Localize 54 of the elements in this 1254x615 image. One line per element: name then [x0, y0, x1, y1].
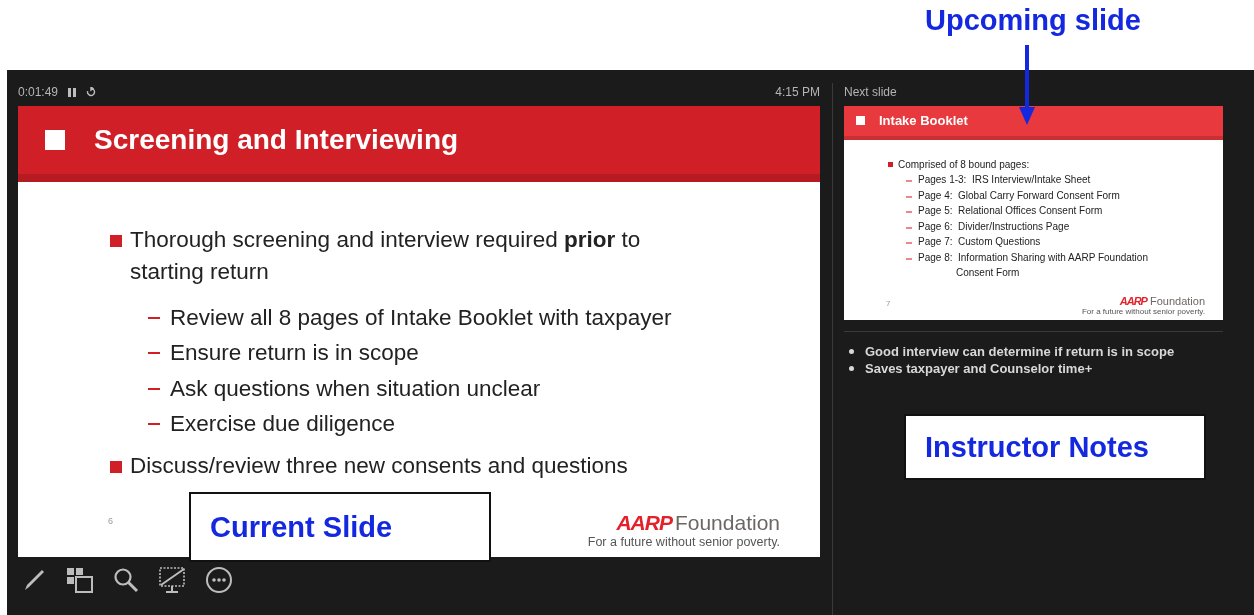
bullet-dot-icon: [849, 366, 854, 371]
sub-bullet-text: Pages 1-3: IRS Interview/Intake Sheet: [918, 173, 1091, 188]
square-bullet-icon: [856, 116, 865, 126]
slide-grid-icon[interactable]: [66, 567, 94, 593]
clock-time: 4:15 PM: [775, 85, 820, 99]
dash-bullet-icon: [906, 195, 912, 198]
dash-bullet-icon: [906, 257, 912, 260]
annotation-box: Current Slide: [189, 492, 491, 562]
slide-title: Screening and Interviewing: [94, 123, 459, 156]
sub-bullet-text: Page 6: Divider/Instructions Page: [918, 219, 1070, 234]
dash-bullet-icon: [906, 211, 912, 214]
sub-bullet-text: Review all 8 pages of Intake Booklet with taxpayer: [170, 303, 672, 332]
down-arrow-icon: [1018, 45, 1036, 125]
note-text: Saves taxpayer and Counselor time+: [865, 361, 1093, 376]
dash-bullet-icon: [906, 226, 912, 229]
bullet-text: Thorough screening and interview required prior to starting return: [130, 225, 642, 286]
slide-title: Intake Booklet: [879, 113, 968, 129]
elapsed-timer: 0:01:49: [18, 85, 59, 99]
dash-bullet-icon: [906, 242, 912, 245]
logo-tagline: For a future without senior poverty.: [587, 535, 780, 549]
square-bullet-icon: [110, 460, 122, 473]
dash-bullet-icon: [906, 180, 912, 183]
monitor-icon[interactable]: [158, 566, 186, 594]
annotation-box: Instructor Notes: [904, 414, 1206, 480]
bullet-text: Comprised of 8 bound pages:: [898, 157, 1030, 172]
dash-bullet-icon: [148, 316, 160, 319]
logo-name: Foundation: [674, 511, 780, 535]
note-text: Good interview can determine if return is in scope: [865, 344, 1175, 359]
bullet-dot-icon: [849, 349, 854, 354]
logo-brand: AARP: [616, 511, 672, 535]
dash-bullet-icon: [148, 423, 160, 426]
sub-bullet-text: Page 5: Relational Offices Consent Form: [918, 204, 1103, 219]
sub-bullet-text: Page 8: Information Sharing with AARP Foundation Consent Form: [918, 250, 1149, 281]
dash-bullet-icon: [148, 352, 160, 355]
search-icon[interactable]: [113, 567, 139, 593]
square-bullet-icon: [888, 161, 893, 167]
pause-icon[interactable]: [68, 87, 77, 97]
sub-bullet-text: Ask questions when situation unclear: [170, 374, 541, 403]
slide-number: 7: [886, 298, 892, 308]
logo-name: Foundation: [1149, 295, 1205, 307]
dash-bullet-icon: [148, 387, 160, 390]
square-bullet-icon: [110, 234, 122, 247]
more-options-icon[interactable]: [205, 566, 233, 594]
sub-bullet-text: Page 4: Global Carry Forward Consent Form: [918, 188, 1120, 203]
sub-bullet-text: Ensure return is in scope: [170, 339, 419, 368]
restart-icon[interactable]: [86, 87, 97, 97]
logo-brand: AARP: [1119, 295, 1147, 307]
square-bullet-icon: [45, 129, 65, 150]
sub-bullet-text: Exercise due diligence: [170, 410, 396, 439]
bullet-text: Discuss/review three new consents and questions: [130, 451, 628, 480]
next-slide-label: Next slide: [844, 85, 897, 99]
sub-bullet-text: Page 7: Custom Questions: [918, 235, 1041, 250]
annotation-label: Upcoming slide: [925, 4, 1141, 37]
logo-tagline: For a future without senior poverty.: [1081, 307, 1205, 316]
